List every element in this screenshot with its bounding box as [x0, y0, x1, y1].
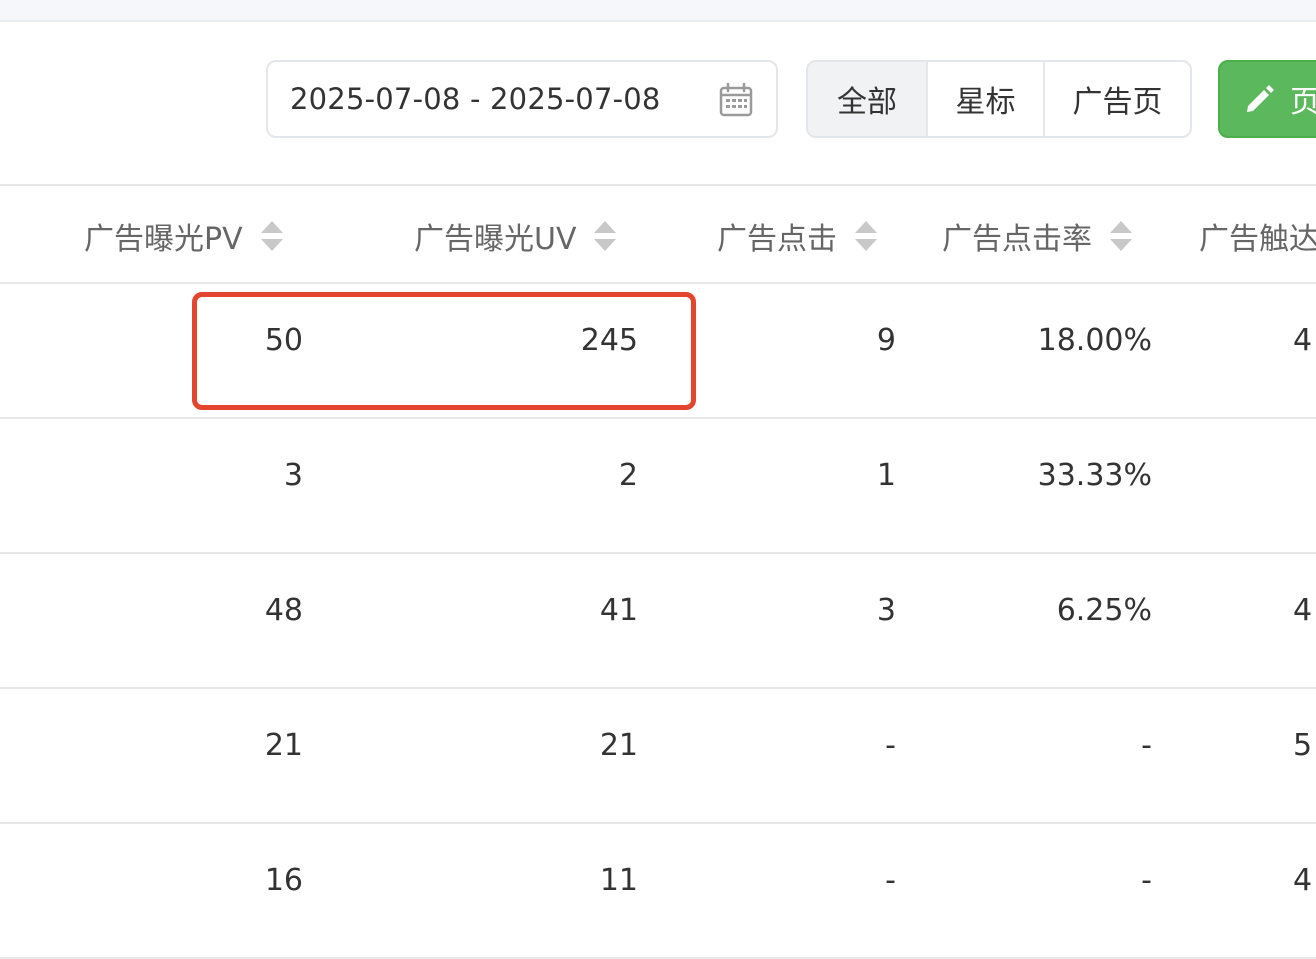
- filter-segmented-control: 全部 星标 广告页: [806, 60, 1192, 138]
- cell-ad-reach: 4: [1293, 862, 1313, 898]
- cell-ad-clicks: 9: [876, 322, 896, 358]
- cell-ad-clicks: -: [885, 862, 896, 898]
- cell-ad-exposure-uv: 2: [618, 457, 638, 493]
- cell-ad-ctr: -: [1141, 727, 1152, 763]
- filter-starred-button[interactable]: 星标: [926, 62, 1043, 136]
- column-header-ad-reach[interactable]: 广告触达: [1199, 186, 1316, 286]
- cell-ad-reach: [1293, 419, 1316, 531]
- table-row: 3 2 1 33.33%: [0, 419, 1316, 554]
- column-header-label: 广告曝光PV: [84, 222, 243, 257]
- cell-ad-clicks: -: [885, 727, 896, 763]
- cell-ad-exposure-uv: 11: [599, 862, 638, 898]
- sort-icon[interactable]: [259, 217, 285, 255]
- cell-ad-exposure-pv: 16: [264, 862, 303, 898]
- calendar-icon[interactable]: [718, 82, 754, 118]
- filter-all-button[interactable]: 全部: [808, 62, 926, 136]
- date-range-picker[interactable]: 2025-07-08 - 2025-07-08: [266, 60, 778, 138]
- cell-ad-exposure-uv: 21: [599, 727, 638, 763]
- cell-ad-reach: 4: [1293, 592, 1313, 628]
- column-header-ad-exposure-pv[interactable]: 广告曝光PV: [84, 186, 285, 286]
- cell-ad-ctr: 6.25%: [1056, 592, 1152, 628]
- toolbar: 2025-07-08 - 2025-07-08 全部 星标 广告页 页: [0, 22, 1316, 184]
- cell-ad-reach: 4: [1293, 322, 1313, 358]
- cell-ad-ctr: -: [1141, 862, 1152, 898]
- data-table: 广告曝光PV 广告曝光UV 广告点击 广告点击率 广告触达 50 245 9 1…: [0, 184, 1316, 959]
- top-bar: [0, 0, 1316, 22]
- column-header-label: 广告触达: [1199, 222, 1316, 257]
- column-header-label: 广告点击率: [942, 222, 1092, 257]
- column-header-label: 广告曝光UV: [414, 222, 577, 257]
- cell-ad-clicks: 3: [876, 592, 896, 628]
- cell-ad-ctr: 18.00%: [1037, 322, 1152, 358]
- cell-ad-reach: 5: [1293, 727, 1313, 763]
- table-header: 广告曝光PV 广告曝光UV 广告点击 广告点击率 广告触达: [0, 184, 1316, 284]
- table-row: 50 245 9 18.00% 4: [0, 284, 1316, 419]
- column-header-ad-clicks[interactable]: 广告点击: [717, 186, 879, 286]
- pencil-icon: [1247, 85, 1274, 112]
- table-row: 48 41 3 6.25% 4: [0, 554, 1316, 689]
- sort-icon[interactable]: [592, 217, 618, 255]
- table-row: 16 11 - - 4: [0, 824, 1316, 959]
- cell-ad-exposure-pv: 21: [264, 727, 303, 763]
- edit-page-label: 页: [1290, 85, 1316, 120]
- sort-icon[interactable]: [853, 217, 879, 255]
- cell-ad-exposure-uv: 41: [599, 592, 638, 628]
- cell-ad-exposure-pv: 48: [264, 592, 303, 628]
- cell-ad-ctr: 33.33%: [1037, 457, 1152, 493]
- sort-icon[interactable]: [1108, 217, 1134, 255]
- date-range-value: 2025-07-08 - 2025-07-08: [290, 82, 661, 116]
- column-header-ad-exposure-uv[interactable]: 广告曝光UV: [414, 186, 618, 286]
- cell-ad-exposure-pv: 50: [264, 322, 303, 358]
- column-header-label: 广告点击: [717, 222, 837, 257]
- cell-ad-clicks: 1: [876, 457, 896, 493]
- table-row: 21 21 - - 5: [0, 689, 1316, 824]
- column-header-ad-ctr[interactable]: 广告点击率: [942, 186, 1134, 286]
- filter-ad-page-button[interactable]: 广告页: [1043, 62, 1190, 136]
- cell-ad-exposure-uv: 245: [580, 322, 638, 358]
- edit-page-button[interactable]: 页: [1218, 60, 1316, 138]
- cell-ad-exposure-pv: 3: [283, 457, 303, 493]
